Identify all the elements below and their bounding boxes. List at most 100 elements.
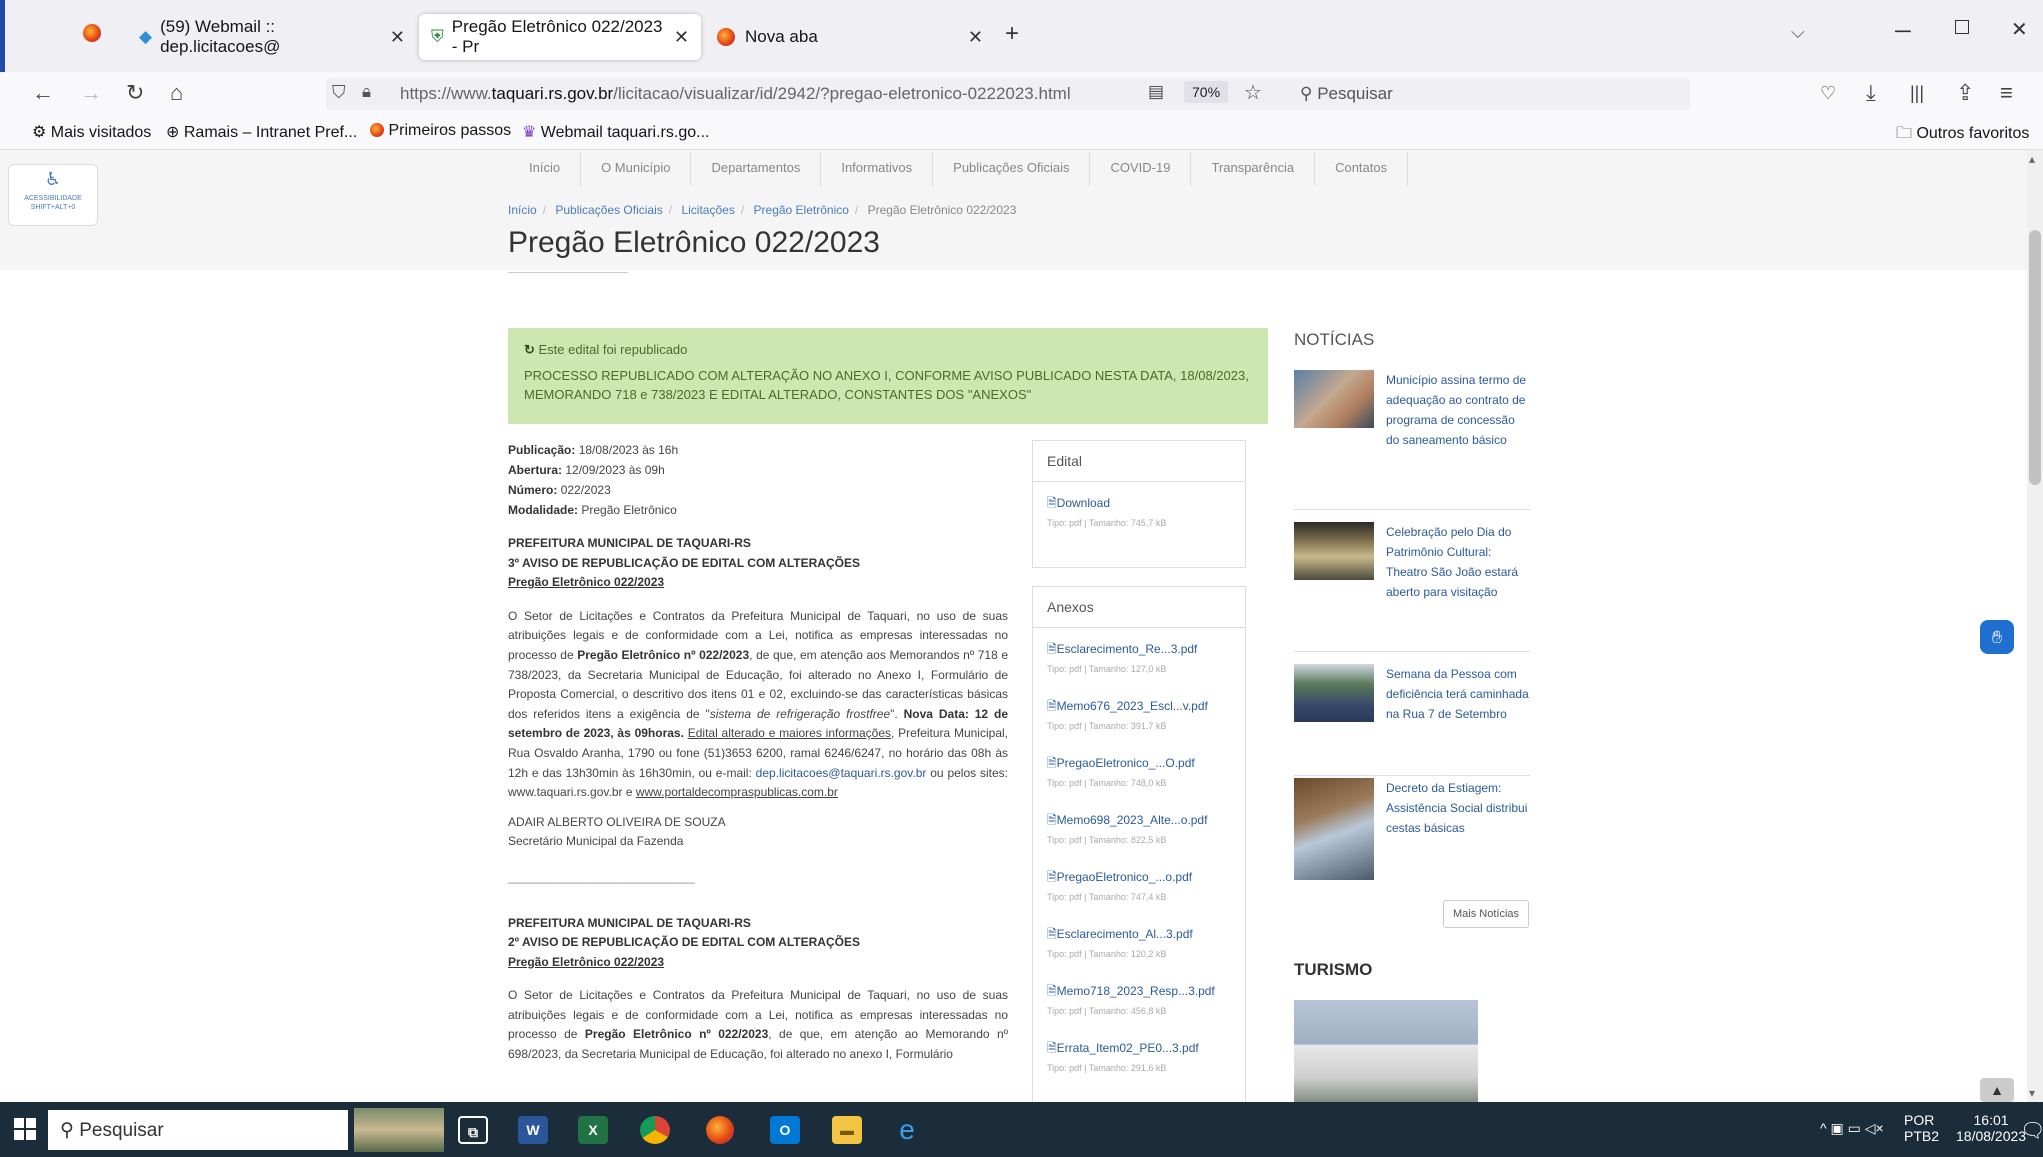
news-item[interactable]: Decreto da Estiagem: Assistência Social … <box>1294 778 1530 890</box>
anexo-file[interactable]: 🗎︎Memo676_2023_Escl...v.pdf Tipo: pdf | T… <box>1033 685 1245 742</box>
tab-pregao[interactable]: ⛨ Pregão Eletrônico 022/2023 - Pr ✕ <box>419 14 701 60</box>
file-name[interactable]: Memo698_2023_Alte...o.pdf <box>1057 813 1208 827</box>
home-icon[interactable]: ⌂ <box>170 79 183 107</box>
news-image[interactable] <box>1294 778 1374 880</box>
news-title[interactable]: Município assina termo de adequação ao c… <box>1386 370 1531 450</box>
email-link[interactable]: dep.licitacoes@taquari.rs.gov.br <box>756 766 927 780</box>
bookmark-primeiros-passos[interactable]: Primeiros passos <box>370 122 511 140</box>
bookmark-outros-favoritos[interactable]: 🗀︎ Outros favoritos <box>1896 122 2029 149</box>
anexo-file[interactable]: 🗎︎Esclarecimento_Al...3.pdf Tipo: pdf | T… <box>1033 913 1245 970</box>
news-title[interactable]: Semana da Pessoa com deficiência terá ca… <box>1386 664 1531 724</box>
menu-item-publicacoes[interactable]: Publicações Oficiais <box>933 152 1091 186</box>
anexo-file[interactable]: 🗎︎PregaoEletronico_...O.pdf Tipo: pdf | T… <box>1033 742 1245 799</box>
anexo-file[interactable]: 🗎︎Esclarecimento_Re...3.pdf Tipo: pdf | T… <box>1033 628 1245 685</box>
zoom-indicator[interactable]: 70% <box>1184 81 1229 103</box>
bookmark-mais-visitados[interactable]: ⚙ Mais visitados <box>32 122 151 142</box>
chevron-down-icon[interactable]: ⌵ <box>1791 22 1805 43</box>
file-name[interactable]: Esclarecimento_Al...3.pdf <box>1057 927 1193 941</box>
menu-item-informativos[interactable]: Informativos <box>821 152 934 186</box>
notification-icon[interactable]: 🗨︎ <box>2020 1118 2043 1143</box>
language-indicator[interactable]: POR PTB2 <box>1904 1112 1939 1144</box>
minimize-icon[interactable]: ─ <box>1895 18 1911 44</box>
news-image[interactable] <box>1294 370 1374 428</box>
news-item[interactable]: Semana da Pessoa com deficiência terá ca… <box>1294 664 1530 776</box>
url-text[interactable]: https://www.taquari.rs.gov.br/licitacao/… <box>400 84 1071 104</box>
menu-item-municipio[interactable]: O Município <box>581 152 692 186</box>
news-image[interactable] <box>1294 664 1374 722</box>
chrome-icon[interactable] <box>640 1116 670 1144</box>
shield-icon[interactable]: ⛉ <box>332 82 346 103</box>
maximize-icon[interactable] <box>1955 20 1969 34</box>
breadcrumb-licitacoes[interactable]: Licitações <box>681 203 734 217</box>
extensions-icon[interactable]: ⇪ <box>1956 79 1974 107</box>
tab-webmail[interactable]: ◆ (59) Webmail :: dep.licitacoes@ ✕ <box>127 14 417 60</box>
reload-icon[interactable]: ↻ <box>126 79 144 107</box>
menu-icon[interactable]: ≡ <box>2000 79 2013 107</box>
back-icon[interactable]: ← <box>32 79 54 107</box>
download-icon[interactable]: ⤓ <box>1866 79 1876 107</box>
news-image[interactable] <box>1294 522 1374 580</box>
file-name[interactable]: Esclarecimento_Re...3.pdf <box>1057 642 1198 656</box>
menu-item-departamentos[interactable]: Departamentos <box>691 152 822 186</box>
window-close-icon[interactable]: ✕ <box>2011 17 2028 42</box>
bookmark-star-icon[interactable]: ☆ <box>1244 80 1262 105</box>
search-bar[interactable]: ⚲ Pesquisar <box>1290 78 1690 110</box>
search-highlight-image[interactable] <box>354 1108 444 1152</box>
news-title[interactable]: Decreto da Estiagem: Assistência Social … <box>1386 778 1531 838</box>
firefox-view-icon[interactable] <box>83 24 101 47</box>
outlook-icon[interactable]: O <box>770 1116 800 1144</box>
breadcrumb-pregao[interactable]: Pregão Eletrônico <box>754 203 849 217</box>
accessibility-button[interactable]: ♿︎ ACESSIBILIDADE SHIFT+ALT+0 <box>8 164 98 226</box>
reader-view-icon[interactable]: ▤ <box>1148 82 1164 102</box>
edital-file[interactable]: 🗎︎Download Tipo: pdf | Tamanho: 745,7 kB <box>1033 482 1245 539</box>
anexo-file[interactable]: 🗎︎Memo718_2023_Resp...3.pdf Tipo: pdf | T… <box>1033 970 1245 1027</box>
anexo-file[interactable]: 🗎︎Errata_Item02_PE0...3.pdf Tipo: pdf | T… <box>1033 1027 1245 1084</box>
anexo-file[interactable]: 🗎︎PregaoEletronico_...o.pdf Tipo: pdf | T… <box>1033 856 1245 913</box>
windows-start-icon[interactable] <box>14 1118 36 1140</box>
news-title[interactable]: Celebração pelo Dia do Patrimônio Cultur… <box>1386 522 1531 602</box>
scrollbar-thumb[interactable] <box>2029 230 2041 485</box>
excel-icon[interactable]: X <box>578 1116 608 1144</box>
file-explorer-icon[interactable]: ▬ <box>832 1116 862 1144</box>
scroll-down-icon[interactable]: ▾ <box>2029 1086 2035 1100</box>
menu-item-covid[interactable]: COVID-19 <box>1090 152 1192 186</box>
tab-nova-aba[interactable]: Nova aba ✕ <box>705 14 995 60</box>
tray-icons[interactable]: ^ ▣ ▭ ◁× <box>1820 1120 1884 1137</box>
news-item[interactable]: Município assina termo de adequação ao c… <box>1294 370 1530 510</box>
forward-icon[interactable]: → <box>80 79 102 107</box>
turismo-image[interactable] <box>1294 1000 1478 1102</box>
site-link-portal[interactable]: www.portaldecompraspublicas.com.br <box>636 785 838 799</box>
menu-item-contatos[interactable]: Contatos <box>1315 152 1409 186</box>
file-name[interactable]: PregaoEletronico_...O.pdf <box>1057 756 1195 770</box>
close-icon[interactable]: ✕ <box>968 27 983 48</box>
menu-item-inicio[interactable]: Início <box>509 152 582 186</box>
breadcrumb-inicio[interactable]: Início <box>508 203 537 217</box>
file-name[interactable]: Download <box>1057 496 1110 510</box>
clock[interactable]: 16:01 18/08/2023 <box>1956 1112 2026 1144</box>
file-name[interactable]: Memo676_2023_Escl...v.pdf <box>1057 699 1208 713</box>
menu-item-transparencia[interactable]: Transparência <box>1191 152 1316 186</box>
news-item[interactable]: Celebração pelo Dia do Patrimônio Cultur… <box>1294 522 1530 652</box>
breadcrumb-publicacoes[interactable]: Publicações Oficiais <box>555 203 662 217</box>
edital-alterado-link[interactable]: Edital alterado e maiores informações <box>688 726 891 740</box>
task-view-icon[interactable]: ⧉ <box>458 1116 488 1144</box>
file-name[interactable]: Memo718_2023_Resp...3.pdf <box>1057 984 1215 998</box>
word-icon[interactable]: W <box>518 1116 548 1144</box>
anexo-file[interactable]: 🗎︎Memo698_2023_Alte...o.pdf Tipo: pdf | T… <box>1033 799 1245 856</box>
file-name[interactable]: Errata_Item02_PE0...3.pdf <box>1057 1041 1199 1055</box>
site-link-taquari[interactable]: www.taquari.rs.gov.br <box>508 785 623 799</box>
file-name[interactable]: PregaoEletronico_...o.pdf <box>1057 870 1192 884</box>
bookmark-webmail[interactable]: ♛ Webmail taquari.rs.go... <box>522 122 709 142</box>
bookmark-ramais[interactable]: ⊕ Ramais – Intranet Pref... <box>166 122 357 142</box>
library-icon[interactable]: ||| <box>1910 79 1924 107</box>
lock-icon[interactable]: 🔒︎ <box>362 82 371 102</box>
taskbar-search[interactable]: ⚲ Pesquisar <box>48 1110 348 1150</box>
close-icon[interactable]: ✕ <box>390 27 405 48</box>
firefox-icon[interactable] <box>706 1116 734 1149</box>
new-tab-icon[interactable]: + <box>1005 20 1019 48</box>
back-to-top-icon[interactable]: ▲ <box>1980 1078 2014 1102</box>
internet-explorer-icon[interactable]: e <box>892 1116 922 1144</box>
sign-language-icon[interactable]: ✋︎ <box>1980 620 2014 654</box>
mais-noticias-button[interactable]: Mais Notícias <box>1443 900 1529 928</box>
pocket-icon[interactable]: ♡ <box>1820 79 1836 107</box>
